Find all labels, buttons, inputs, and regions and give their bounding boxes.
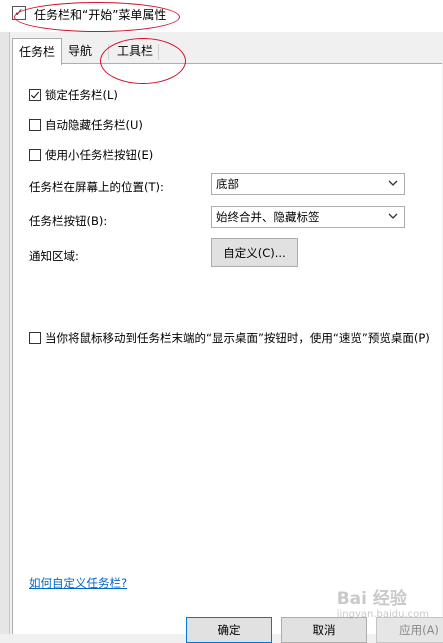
taskbar-tab-panel: 锁定任务栏(L) 自动隐藏任务栏(U) 使用小任务栏按钮(E) 任务栏在屏幕上的… [12, 63, 442, 634]
taskbar-properties-icon: ✓ [12, 6, 26, 20]
position-select[interactable]: 底部 [211, 173, 405, 195]
customize-notification-button[interactable]: 自定义(C)... [211, 238, 298, 267]
cancel-button[interactable]: 取消 [281, 617, 367, 643]
tab-navigation[interactable]: 导航 [62, 40, 98, 64]
tab-strip: 任务栏 导航 工具栏 [12, 38, 437, 65]
tab-separator [108, 44, 109, 60]
tab-separator [158, 44, 159, 60]
background-window-edge [0, 0, 10, 634]
peek-checkbox[interactable] [29, 332, 41, 344]
auto-hide-option[interactable]: 自动隐藏任务栏(U) [29, 117, 143, 133]
window-title: 任务栏和“开始”菜单属性 [34, 8, 167, 22]
small-buttons-checkbox[interactable] [29, 149, 41, 161]
watermark: Bai 经验 jingyan.baidu.com [337, 584, 429, 620]
taskbar-buttons-value: 始终合并、隐藏标签 [216, 210, 320, 224]
peek-label: 当你将鼠标移动到任务栏末端的“显示桌面”按钮时，使用“速览”预览桌面(P) [45, 331, 430, 345]
help-link[interactable]: 如何自定义任务栏? [29, 575, 127, 591]
taskbar-buttons-select[interactable]: 始终合并、隐藏标签 [211, 206, 405, 228]
watermark-text: Bai 经验 [336, 589, 407, 609]
auto-hide-label: 自动隐藏任务栏(U) [45, 118, 143, 132]
peek-option[interactable]: 当你将鼠标移动到任务栏末端的“显示桌面”按钮时，使用“速览”预览桌面(P) [29, 330, 430, 346]
watermark-subtext: jingyan.baidu.com [336, 609, 429, 620]
chevron-down-icon [388, 180, 398, 186]
auto-hide-checkbox[interactable] [29, 119, 41, 131]
position-value: 底部 [216, 177, 239, 191]
apply-button[interactable]: 应用(A) [376, 617, 443, 643]
ok-button[interactable]: 确定 [186, 617, 272, 643]
tab-toolbars[interactable]: 工具栏 [111, 40, 159, 64]
chevron-down-icon [388, 213, 398, 219]
lock-taskbar-option[interactable]: 锁定任务栏(L) [29, 87, 118, 103]
position-label: 任务栏在屏幕上的位置(T): [29, 180, 164, 194]
title-bar: ✓ 任务栏和“开始”菜单属性 [0, 0, 443, 32]
taskbar-buttons-label: 任务栏按钮(B): [29, 214, 108, 228]
small-buttons-option[interactable]: 使用小任务栏按钮(E) [29, 147, 153, 163]
lock-taskbar-checkbox[interactable] [29, 89, 41, 101]
tab-taskbar[interactable]: 任务栏 [12, 38, 63, 65]
lock-taskbar-label: 锁定任务栏(L) [45, 88, 118, 102]
small-buttons-label: 使用小任务栏按钮(E) [45, 148, 154, 162]
notification-area-label: 通知区域: [29, 249, 79, 263]
